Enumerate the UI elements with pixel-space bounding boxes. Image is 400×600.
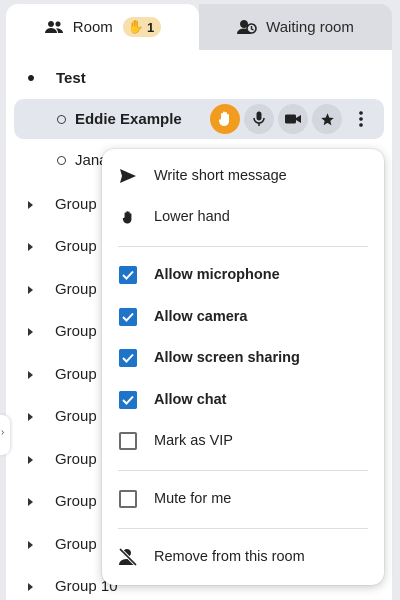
group-row[interactable]: Group <box>28 408 97 425</box>
raised-hands-badge: ✋ 1 <box>122 17 162 37</box>
group-row[interactable]: Group <box>28 323 97 340</box>
hand-icon <box>116 205 140 229</box>
menu-divider <box>118 246 368 247</box>
participant-row-selected[interactable]: Eddie Example <box>14 99 384 139</box>
participant-context-menu: Write short message Lower hand Allow mic… <box>102 149 384 585</box>
checkbox-unchecked-icon[interactable] <box>119 490 137 508</box>
send-icon <box>116 164 140 188</box>
tab-room-label: Room <box>72 18 113 36</box>
expand-arrow-icon <box>28 582 33 591</box>
menu-item-label: Allow microphone <box>154 267 280 283</box>
group-name: Group <box>55 323 97 340</box>
room-tabs: Room ✋ 1 Waiting room <box>6 4 392 50</box>
menu-item-label: Allow chat <box>154 392 227 408</box>
group-name: Group <box>55 281 97 298</box>
collapse-handle[interactable]: › <box>0 415 10 455</box>
people-icon <box>44 21 63 33</box>
expand-arrow-icon <box>28 412 33 421</box>
microphone-icon <box>253 111 265 126</box>
room-name: Test <box>56 69 86 87</box>
group-name: Group <box>55 408 97 425</box>
menu-item-allow-camera[interactable]: Allow camera <box>102 297 384 337</box>
group-name: Group <box>55 451 97 468</box>
group-name: Group <box>55 238 97 255</box>
camera-button[interactable] <box>278 104 308 134</box>
camera-icon <box>285 114 301 124</box>
expand-arrow-icon <box>28 455 33 464</box>
checkbox-checked-icon[interactable] <box>119 308 137 326</box>
menu-divider <box>118 528 368 529</box>
tab-waiting-room[interactable]: Waiting room <box>199 4 392 50</box>
bullet-icon <box>28 75 34 81</box>
group-name: Group <box>55 536 97 553</box>
group-row[interactable]: Group <box>28 536 97 553</box>
group-row[interactable]: Group <box>28 196 97 213</box>
menu-item-mark-vip[interactable]: Mark as VIP <box>102 421 384 461</box>
participant-row[interactable]: Jana <box>57 152 108 169</box>
group-name: Group <box>55 493 97 510</box>
group-name: Group <box>55 366 97 383</box>
menu-item-remove-from-room[interactable]: Remove from this room <box>102 537 384 577</box>
status-ring-icon <box>57 114 66 124</box>
more-vertical-icon <box>359 111 363 127</box>
tab-room[interactable]: Room ✋ 1 <box>6 4 199 50</box>
menu-item-allow-screen-sharing[interactable]: Allow screen sharing <box>102 338 384 378</box>
group-name: Group <box>55 196 97 213</box>
raised-hands-count: 1 <box>146 19 155 35</box>
raised-hand-button[interactable] <box>210 104 240 134</box>
menu-item-label: Mute for me <box>154 491 232 507</box>
expand-arrow-icon <box>28 200 33 209</box>
star-icon <box>320 112 334 125</box>
expand-arrow-icon <box>28 327 33 336</box>
menu-item-label: Lower hand <box>154 209 230 225</box>
chevron-right-icon: › <box>1 427 5 438</box>
menu-item-lower-hand[interactable]: Lower hand <box>102 197 384 237</box>
checkbox-checked-icon[interactable] <box>119 391 137 409</box>
star-button[interactable] <box>312 104 342 134</box>
menu-item-label: Write short message <box>154 168 287 184</box>
tab-waiting-label: Waiting room <box>266 18 354 36</box>
menu-item-label: Allow camera <box>154 309 248 325</box>
expand-arrow-icon <box>28 242 33 251</box>
group-row[interactable]: Group <box>28 238 97 255</box>
group-row[interactable]: Group <box>28 451 97 468</box>
microphone-button[interactable] <box>244 104 274 134</box>
expand-arrow-icon <box>28 285 33 294</box>
room-name-row[interactable]: Test <box>22 66 400 90</box>
remove-person-icon <box>116 545 140 569</box>
checkbox-unchecked-icon[interactable] <box>119 432 137 450</box>
expand-arrow-icon <box>28 497 33 506</box>
raised-hand-icon <box>218 111 229 126</box>
raised-hand-icon: ✋ <box>127 19 144 34</box>
group-row[interactable]: Group <box>28 281 97 298</box>
expand-arrow-icon <box>28 370 33 379</box>
menu-item-allow-microphone[interactable]: Allow microphone <box>102 255 384 295</box>
menu-divider <box>118 470 368 471</box>
menu-item-mute-for-me[interactable]: Mute for me <box>102 479 384 519</box>
checkbox-checked-icon[interactable] <box>119 349 137 367</box>
group-row[interactable]: Group <box>28 366 97 383</box>
menu-item-label: Mark as VIP <box>154 433 233 449</box>
status-ring-icon <box>57 156 66 165</box>
waiting-person-icon <box>237 20 257 34</box>
group-row[interactable]: Group <box>28 493 97 510</box>
more-options-button[interactable] <box>346 104 376 134</box>
expand-arrow-icon <box>28 540 33 549</box>
menu-item-label: Remove from this room <box>154 549 305 565</box>
menu-item-write-message[interactable]: Write short message <box>102 156 384 196</box>
menu-item-allow-chat[interactable]: Allow chat <box>102 380 384 420</box>
checkbox-checked-icon[interactable] <box>119 266 137 284</box>
participant-name: Eddie Example <box>75 110 182 128</box>
menu-item-label: Allow screen sharing <box>154 350 300 366</box>
